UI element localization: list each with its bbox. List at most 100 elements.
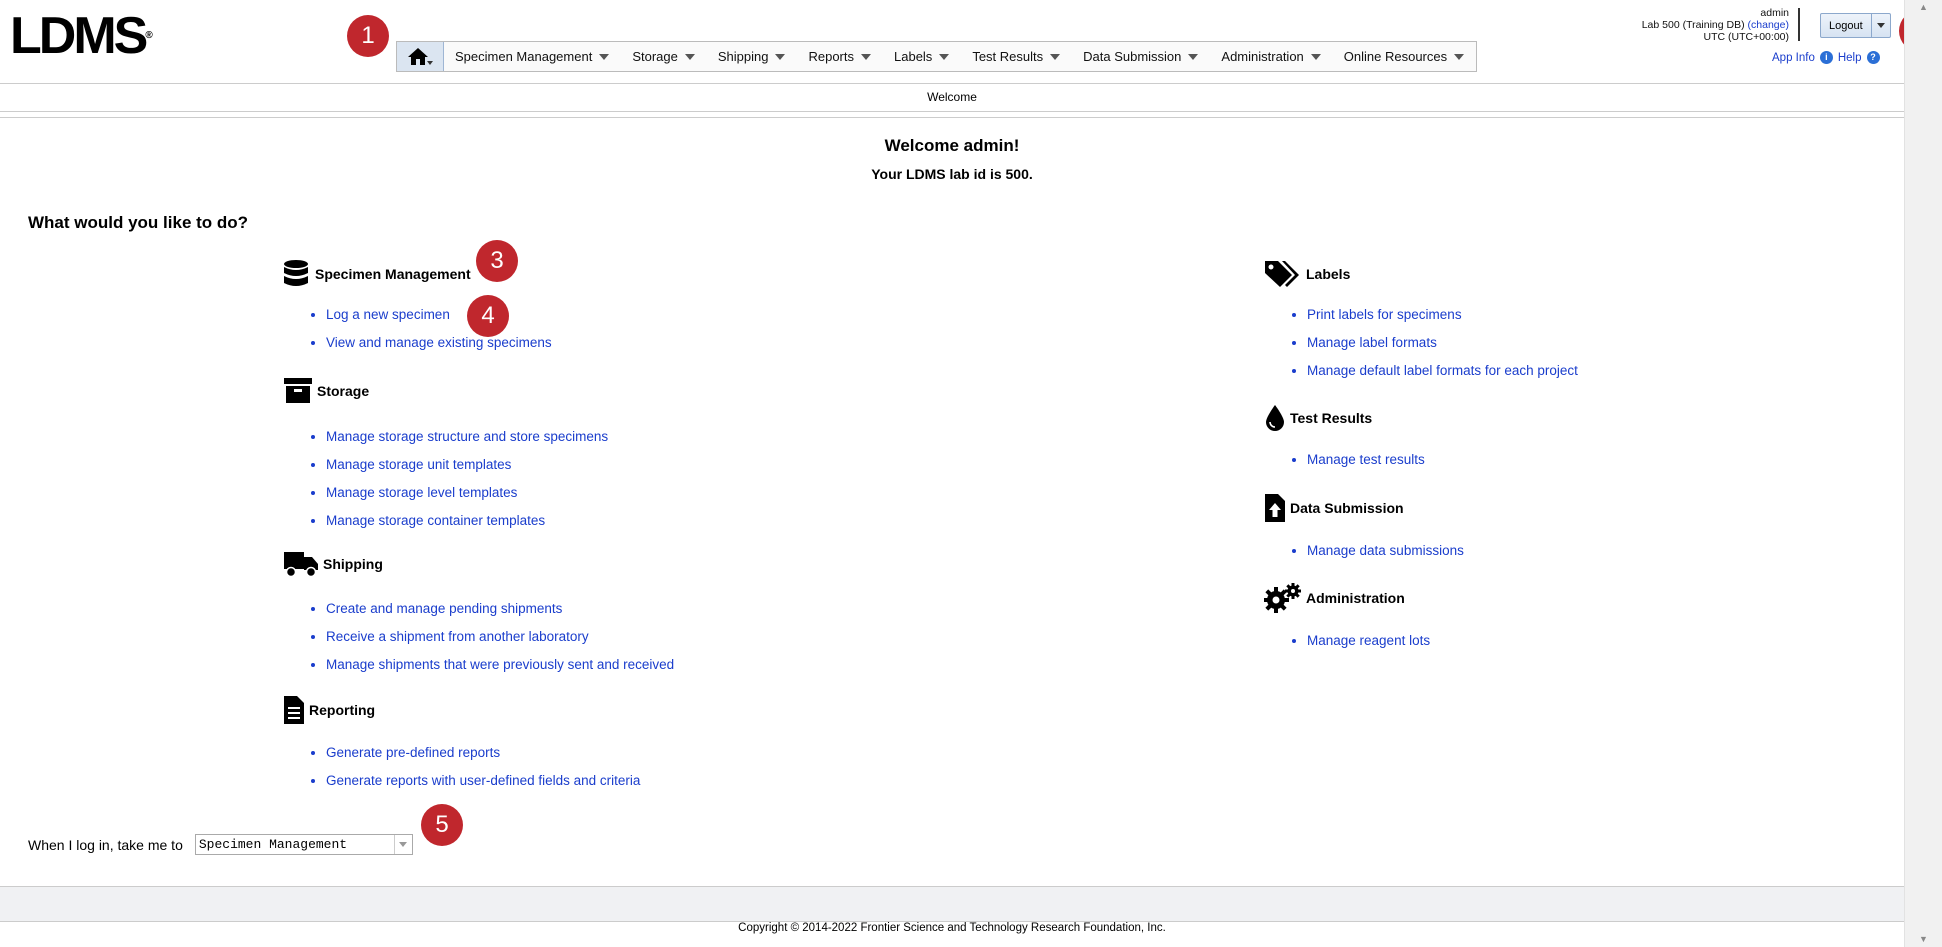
document-icon xyxy=(284,696,304,724)
link-list: Manage reagent lots xyxy=(1264,627,1430,655)
chevron-down-icon xyxy=(599,53,610,60)
list-item: Create and manage pending shipments xyxy=(326,595,674,623)
nav-administration[interactable]: Administration xyxy=(1210,42,1332,71)
list-item: Generate pre-defined reports xyxy=(326,739,640,767)
section-heading: Test Results xyxy=(1264,404,1425,432)
manage-test-results-link[interactable]: Manage test results xyxy=(1307,452,1425,467)
database-icon xyxy=(284,260,308,286)
user-defined-reports-link[interactable]: Generate reports with user-defined field… xyxy=(326,773,640,788)
gears-icon xyxy=(1264,583,1301,613)
callout-badge-5: 5 xyxy=(421,804,463,846)
chevron-down-icon xyxy=(1454,53,1465,60)
nav-specimen-management[interactable]: Specimen Management xyxy=(444,42,621,71)
list-item: View and manage existing specimens xyxy=(326,329,552,357)
change-lab-link[interactable]: (change) xyxy=(1748,19,1789,31)
scroll-down-icon[interactable]: ▼ xyxy=(1919,934,1928,944)
pending-shipments-link[interactable]: Create and manage pending shipments xyxy=(326,601,562,616)
manage-shipments-link[interactable]: Manage shipments that were previously se… xyxy=(326,657,674,672)
scroll-up-icon[interactable]: ▲ xyxy=(1919,2,1928,12)
nav-reports[interactable]: Reports xyxy=(797,42,883,71)
list-item: Manage shipments that were previously se… xyxy=(326,651,674,679)
nav-labels[interactable]: Labels xyxy=(883,42,961,71)
manage-data-submissions-link[interactable]: Manage data submissions xyxy=(1307,543,1464,558)
help-link[interactable]: Help xyxy=(1838,52,1862,64)
nav-test-results[interactable]: Test Results xyxy=(961,42,1072,71)
section-title: Reporting xyxy=(309,702,376,718)
ldms-logo[interactable]: LDMS® xyxy=(10,8,153,64)
manage-reagent-lots-link[interactable]: Manage reagent lots xyxy=(1307,633,1430,648)
link-list: Print labels for specimens Manage label … xyxy=(1264,301,1578,385)
chevron-down-icon xyxy=(939,53,950,60)
page: LDMS® Specimen Management Storage Shippi… xyxy=(0,0,1941,947)
section-title: Labels xyxy=(1306,266,1351,282)
storage-unit-templates-link[interactable]: Manage storage unit templates xyxy=(326,457,511,472)
link-list: Manage test results xyxy=(1264,446,1425,474)
predefined-reports-link[interactable]: Generate pre-defined reports xyxy=(326,745,500,760)
chevron-down-icon xyxy=(1876,23,1885,28)
link-list: Generate pre-defined reports Generate re… xyxy=(283,739,640,795)
lab-name: Lab 500 (Training DB) xyxy=(1641,19,1745,31)
storage-container-templates-link[interactable]: Manage storage container templates xyxy=(326,513,545,528)
section-heading: Data Submission xyxy=(1264,493,1464,523)
help-links: App Info i Help ? xyxy=(1772,51,1880,64)
divider xyxy=(1798,8,1800,41)
select-value: Specimen Management xyxy=(198,837,348,852)
footer-copyright: Copyright © 2014-2022 Frontier Science a… xyxy=(738,922,1166,934)
receive-shipment-link[interactable]: Receive a shipment from another laborato… xyxy=(326,629,589,644)
callout-badge-1: 1 xyxy=(347,15,389,57)
login-destination-select[interactable]: Specimen Management xyxy=(194,834,413,855)
view-specimens-link[interactable]: View and manage existing specimens xyxy=(326,335,552,350)
list-item: Generate reports with user-defined field… xyxy=(326,767,640,795)
file-upload-icon xyxy=(1265,494,1285,522)
section-labels: Labels Print labels for specimens Manage… xyxy=(1264,259,1578,385)
vertical-scrollbar[interactable]: ▲ ▼ xyxy=(1904,0,1942,947)
chevron-down-icon[interactable] xyxy=(393,835,412,854)
list-item: Manage storage container templates xyxy=(326,507,608,535)
list-item: Manage storage level templates xyxy=(326,479,608,507)
nav-shipping[interactable]: Shipping xyxy=(707,42,798,71)
nav-data-submission[interactable]: Data Submission xyxy=(1072,42,1210,71)
manage-storage-structure-link[interactable]: Manage storage structure and store speci… xyxy=(326,429,608,444)
breadcrumb-welcome: Welcome xyxy=(927,90,977,104)
list-item: Print labels for specimens xyxy=(1307,301,1578,329)
truck-icon xyxy=(284,552,318,578)
login-preference: When I log in, take me to Specimen Manag… xyxy=(28,834,413,855)
default-label-formats-link[interactable]: Manage default label formats for each pr… xyxy=(1307,363,1578,378)
logout-split-button: Logout xyxy=(1820,13,1891,38)
list-item: Manage label formats xyxy=(1307,329,1578,357)
breadcrumb: Welcome xyxy=(0,83,1904,112)
nav-online-resources[interactable]: Online Resources xyxy=(1333,42,1476,71)
section-title: Data Submission xyxy=(1290,500,1404,516)
section-title: Shipping xyxy=(323,556,383,572)
section-test-results: Test Results Manage test results xyxy=(1264,404,1425,474)
chevron-down-icon xyxy=(1188,53,1199,60)
nav-storage[interactable]: Storage xyxy=(621,42,707,71)
lab-id-text: Your LDMS lab id is 500. xyxy=(871,166,1033,182)
section-reporting: Reporting Generate pre-defined reports G… xyxy=(283,695,640,795)
link-list: Manage storage structure and store speci… xyxy=(283,423,608,535)
section-question: What would you like to do? xyxy=(28,213,249,232)
link-list: Log a new specimen View and manage exist… xyxy=(283,301,552,357)
logout-dropdown[interactable] xyxy=(1870,14,1890,37)
list-item: Manage storage structure and store speci… xyxy=(326,423,608,451)
log-new-specimen-link[interactable]: Log a new specimen xyxy=(326,307,450,322)
help-icon[interactable]: ? xyxy=(1866,51,1880,64)
logout-button[interactable]: Logout xyxy=(1821,14,1871,37)
section-title: Test Results xyxy=(1290,410,1373,426)
info-icon[interactable]: i xyxy=(1819,51,1833,64)
label-formats-link[interactable]: Manage label formats xyxy=(1307,335,1437,350)
storage-level-templates-link[interactable]: Manage storage level templates xyxy=(326,485,517,500)
username: admin xyxy=(1760,7,1789,19)
section-storage: Storage Manage storage structure and sto… xyxy=(283,377,608,535)
drop-icon xyxy=(1266,405,1284,431)
app-info-link[interactable]: App Info xyxy=(1772,52,1815,64)
nav-home[interactable] xyxy=(397,42,444,71)
section-administration: Administration Manage reagent lots xyxy=(1264,583,1430,655)
home-icon xyxy=(408,47,433,65)
section-title: Storage xyxy=(317,383,370,399)
chevron-down-icon xyxy=(684,53,695,60)
chevron-down-icon xyxy=(1310,53,1321,60)
print-labels-link[interactable]: Print labels for specimens xyxy=(1307,307,1462,322)
section-title: Administration xyxy=(1306,590,1405,606)
section-specimen-management: Specimen Management Log a new specimen V… xyxy=(283,259,552,357)
